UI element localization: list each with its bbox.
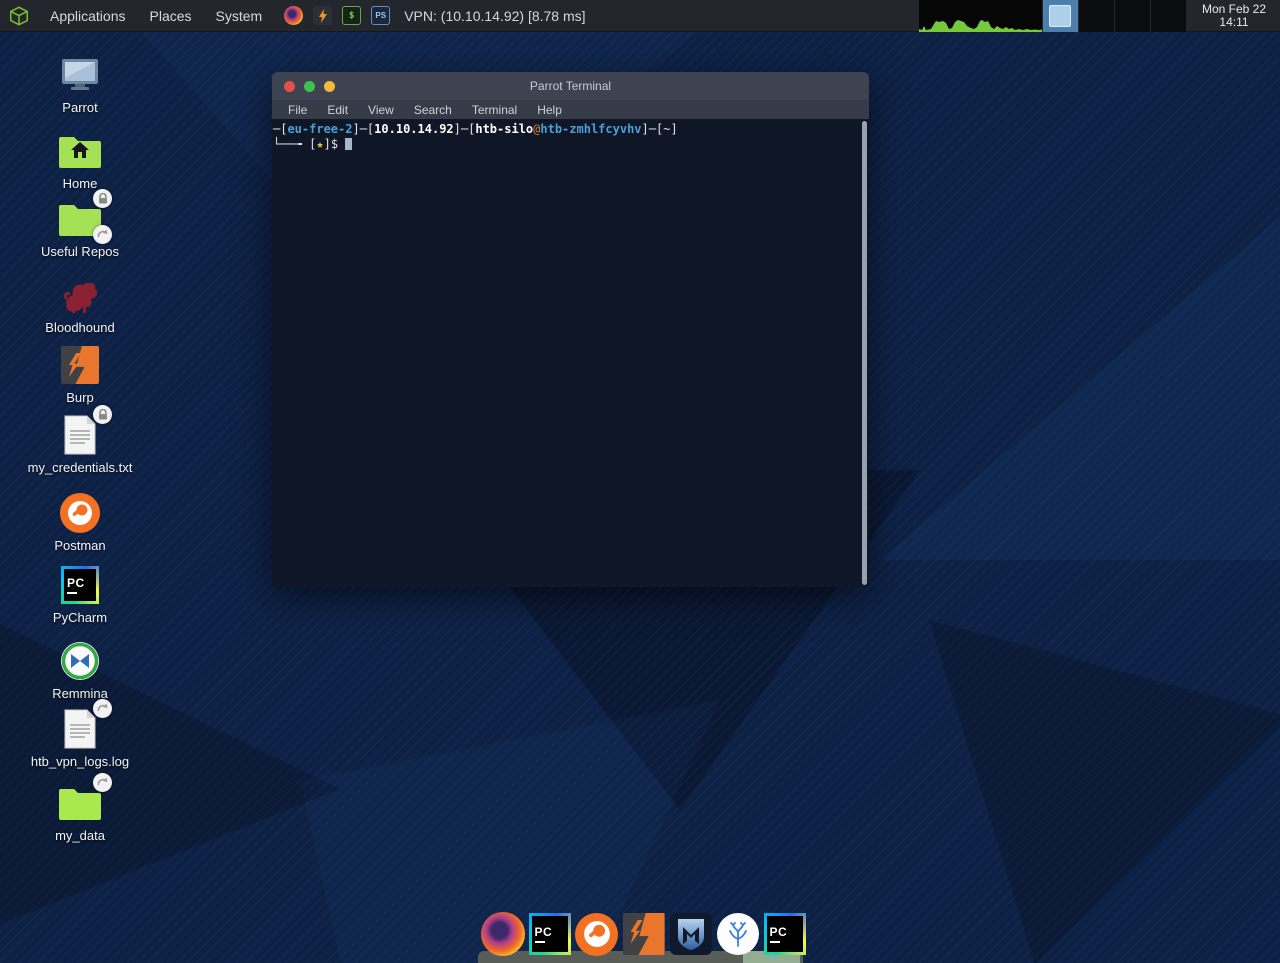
menu-terminal[interactable]: Terminal (462, 103, 527, 117)
desktop-icon-home[interactable]: Home (15, 128, 145, 191)
workspace-1[interactable] (1042, 0, 1078, 32)
icon-label: my_credentials.txt (15, 460, 145, 475)
icon-label: Postman (15, 538, 145, 553)
text-file-icon (63, 414, 97, 456)
remmina-icon (60, 641, 100, 681)
icon-label: my_data (15, 828, 145, 843)
pycharm-icon: PC (764, 913, 806, 955)
powershell-icon[interactable]: PS (371, 6, 390, 25)
terminal-cursor (345, 138, 352, 150)
desktop-icon-postman[interactable]: Postman (15, 490, 145, 553)
terminal-menubar: File Edit View Search Terminal Help (272, 100, 869, 119)
zap-icon[interactable] (313, 6, 332, 25)
icon-label: Bloodhound (15, 320, 145, 335)
computer-icon (59, 56, 101, 94)
bloodhound-icon (58, 274, 102, 316)
menu-help[interactable]: Help (527, 103, 572, 117)
icon-label: htb_vpn_logs.log (15, 754, 145, 769)
clock-time: 14:11 (1194, 16, 1274, 29)
dock-pycharm[interactable]: PC (527, 911, 572, 957)
menu-file[interactable]: File (278, 103, 317, 117)
pycharm-icon: PC (529, 913, 571, 955)
menu-applications[interactable]: Applications (38, 0, 138, 32)
desktop-icon-remmina[interactable]: Remmina (15, 638, 145, 701)
postman-icon (575, 913, 618, 956)
icon-label: Home (15, 176, 145, 191)
window-title: Parrot Terminal (272, 79, 869, 93)
pycharm-icon: PC (61, 566, 99, 604)
lock-emblem-icon (93, 189, 112, 208)
dock-firefox[interactable] (480, 911, 525, 957)
dock-postman[interactable] (574, 911, 619, 957)
desktop-icon-pycharm[interactable]: PC PyCharm (15, 562, 145, 625)
menu-system[interactable]: System (204, 0, 275, 32)
vpn-status: VPN: (10.10.14.92) [8.78 ms] (404, 8, 585, 24)
terminal-window: Parrot Terminal File Edit View Search Te… (272, 72, 869, 587)
terminal-scrollbar[interactable] (862, 121, 867, 585)
lock-emblem-icon (93, 405, 112, 424)
clock-date: Mon Feb 22 (1194, 3, 1274, 16)
workspace-window-thumb (1049, 5, 1071, 27)
desktop-icon-my-data[interactable]: my_data (15, 780, 145, 843)
home-folder-icon (57, 132, 103, 170)
terminal-titlebar[interactable]: Parrot Terminal (272, 72, 869, 100)
menu-edit[interactable]: Edit (317, 103, 358, 117)
workspace-3[interactable] (1114, 0, 1150, 32)
workspace-switcher (1042, 0, 1186, 32)
desktop-icon-bloodhound[interactable]: Bloodhound (15, 272, 145, 335)
coral-app-icon (717, 913, 759, 955)
terminal-output[interactable]: ─[eu-free-2]─[10.10.14.92]─[htb-silo@htb… (272, 119, 869, 587)
panel-launchers: $ PS (284, 6, 390, 25)
firefox-icon[interactable] (284, 6, 303, 25)
icon-label: Parrot (15, 100, 145, 115)
metasploit-icon (670, 913, 712, 955)
dock-burp[interactable] (621, 911, 666, 957)
desktop-icon-useful-repos[interactable]: Useful Repos (15, 196, 145, 259)
icon-label: Remmina (15, 686, 145, 701)
dock-pycharm-2[interactable]: PC (762, 911, 807, 957)
prompt-line-2: └──╼ [★]$ (273, 137, 869, 152)
top-panel: Applications Places System $ PS VPN: (10… (0, 0, 1280, 32)
icon-label: Useful Repos (15, 244, 145, 259)
burp-icon (61, 346, 99, 384)
desktop-icon-parrot[interactable]: Parrot (15, 52, 145, 115)
link-emblem-icon (93, 773, 112, 792)
link-emblem-icon (93, 225, 112, 244)
icon-label: Burp (15, 390, 145, 405)
firefox-icon (481, 912, 525, 956)
desktop-icon-my-credentials[interactable]: my_credentials.txt (15, 412, 145, 475)
burp-icon (623, 913, 665, 955)
dock: PC PC (480, 911, 807, 957)
prompt-line-1: ─[eu-free-2]─[10.10.14.92]─[htb-silo@htb… (273, 122, 869, 137)
dock-metasploit[interactable] (668, 911, 713, 957)
terminal-icon[interactable]: $ (342, 6, 361, 25)
parrot-menu-icon[interactable] (8, 5, 30, 27)
workspace-2[interactable] (1078, 0, 1114, 32)
workspace-4[interactable] (1150, 0, 1186, 32)
dock-coral-app[interactable] (715, 911, 760, 957)
text-file-icon (63, 708, 97, 750)
postman-icon (60, 493, 100, 533)
clock[interactable]: Mon Feb 22 14:11 (1194, 3, 1274, 29)
menu-view[interactable]: View (358, 103, 404, 117)
icon-label: PyCharm (15, 610, 145, 625)
link-emblem-icon (93, 699, 112, 718)
menu-search[interactable]: Search (404, 103, 462, 117)
desktop-icon-htb-vpn-logs[interactable]: htb_vpn_logs.log (15, 706, 145, 769)
cpu-history-graph (919, 0, 1042, 32)
desktop-icon-burp[interactable]: Burp (15, 342, 145, 405)
menu-places[interactable]: Places (138, 0, 204, 32)
